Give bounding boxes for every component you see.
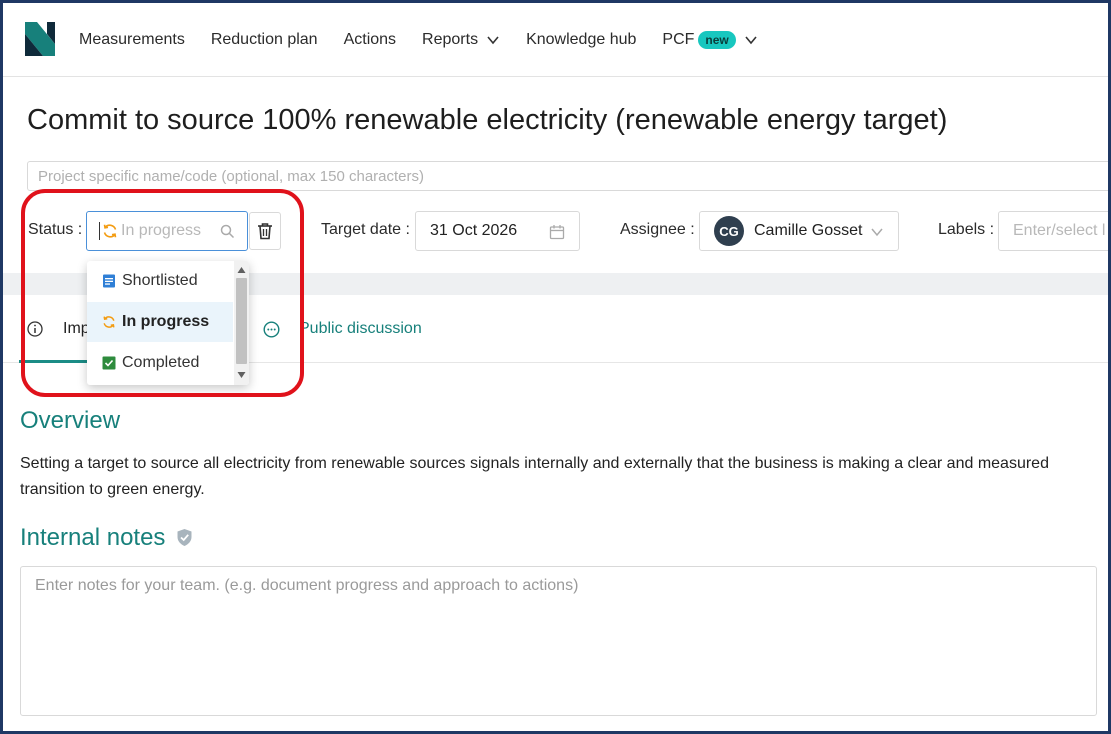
top-nav: Measurements Reduction plan Actions Repo… xyxy=(3,3,1108,77)
option-label: In progress xyxy=(122,313,210,330)
nav-measurements[interactable]: Measurements xyxy=(79,31,185,49)
calendar-icon xyxy=(549,225,565,240)
nav-pcf[interactable]: PCF new xyxy=(662,31,757,49)
assignee-label-text: Assignee xyxy=(620,221,686,238)
overview-heading: Overview xyxy=(20,407,121,434)
nav-actions[interactable]: Actions xyxy=(344,31,396,49)
target-date-label-text: Target date xyxy=(321,221,402,238)
tab-label: Public discussion xyxy=(299,320,422,337)
clipboard-icon xyxy=(103,274,115,288)
option-label: Completed xyxy=(122,354,200,371)
status-option-completed[interactable]: Completed xyxy=(87,343,233,383)
status-select[interactable]: In progress xyxy=(86,211,248,251)
info-icon xyxy=(27,321,43,337)
nav-label: Measurements xyxy=(79,31,185,48)
shield-check-icon xyxy=(177,529,192,546)
sync-icon xyxy=(103,224,117,238)
status-option-shortlisted[interactable]: Shortlisted xyxy=(87,261,233,301)
avatar: CG xyxy=(714,216,744,246)
scroll-up-icon[interactable] xyxy=(237,266,246,274)
status-dropdown: Shortlisted In progress Completed xyxy=(87,261,249,385)
sync-icon xyxy=(103,316,115,328)
status-label-text: Status xyxy=(28,221,74,238)
nav-label: Actions xyxy=(343,31,397,48)
status-placeholder: In progress xyxy=(121,222,202,239)
chat-bubble-icon xyxy=(263,320,280,338)
chevron-down-icon xyxy=(745,36,757,45)
nav-label: PCF xyxy=(662,31,695,48)
app-window: Measurements Reduction plan Actions Repo… xyxy=(0,0,1111,734)
tab-implementation[interactable]: Imp xyxy=(27,295,90,363)
labels-input[interactable] xyxy=(998,211,1108,251)
nav-reduction-plan[interactable]: Reduction plan xyxy=(211,31,318,49)
nav-items: Measurements Reduction plan Actions Repo… xyxy=(79,3,784,77)
status-label: Status : xyxy=(28,221,83,238)
tab-label: Imp xyxy=(63,320,90,337)
chevron-down-icon xyxy=(871,228,883,237)
scrollbar-thumb[interactable] xyxy=(236,278,247,364)
option-label: Shortlisted xyxy=(122,272,198,289)
nav-label: Reduction plan xyxy=(210,31,318,48)
assignee-select[interactable]: CG Camille Gosset xyxy=(699,211,899,251)
scroll-down-icon[interactable] xyxy=(237,371,246,379)
target-date-picker[interactable]: 31 Oct 2026 xyxy=(415,211,580,251)
status-option-in-progress[interactable]: In progress xyxy=(87,302,233,342)
internal-notes-textarea[interactable] xyxy=(20,566,1097,716)
target-date-value: 31 Oct 2026 xyxy=(430,222,518,239)
brand-logo-icon[interactable] xyxy=(25,22,55,56)
page-title: Commit to source 100% renewable electric… xyxy=(27,104,948,136)
text-cursor xyxy=(99,222,100,240)
labels-label: Labels : xyxy=(938,221,995,238)
new-badge: new xyxy=(698,31,736,49)
nav-label: Knowledge hub xyxy=(526,31,637,48)
chevron-down-icon xyxy=(487,36,499,45)
assignee-name: Camille Gosset xyxy=(754,222,863,239)
assignee-label: Assignee : xyxy=(620,221,695,238)
nav-reports[interactable]: Reports xyxy=(422,31,500,49)
internal-notes-heading-text: Internal notes xyxy=(20,524,166,551)
trash-icon xyxy=(258,223,272,240)
internal-notes-heading: Internal notes xyxy=(20,524,193,552)
target-date-label: Target date : xyxy=(321,221,410,238)
active-tab-indicator xyxy=(19,360,89,363)
search-icon xyxy=(220,224,235,239)
project-code-input[interactable] xyxy=(27,161,1108,191)
tab-public-discussion[interactable]: Public discussion xyxy=(263,295,422,363)
dropdown-scrollbar[interactable] xyxy=(234,261,249,385)
overview-text: Setting a target to source all electrici… xyxy=(20,455,1049,498)
check-box-icon xyxy=(102,356,116,370)
nav-label: Reports xyxy=(422,31,479,48)
labels-label-text: Labels xyxy=(938,221,986,238)
clear-status-button[interactable] xyxy=(249,212,281,250)
nav-knowledge-hub[interactable]: Knowledge hub xyxy=(526,31,636,49)
